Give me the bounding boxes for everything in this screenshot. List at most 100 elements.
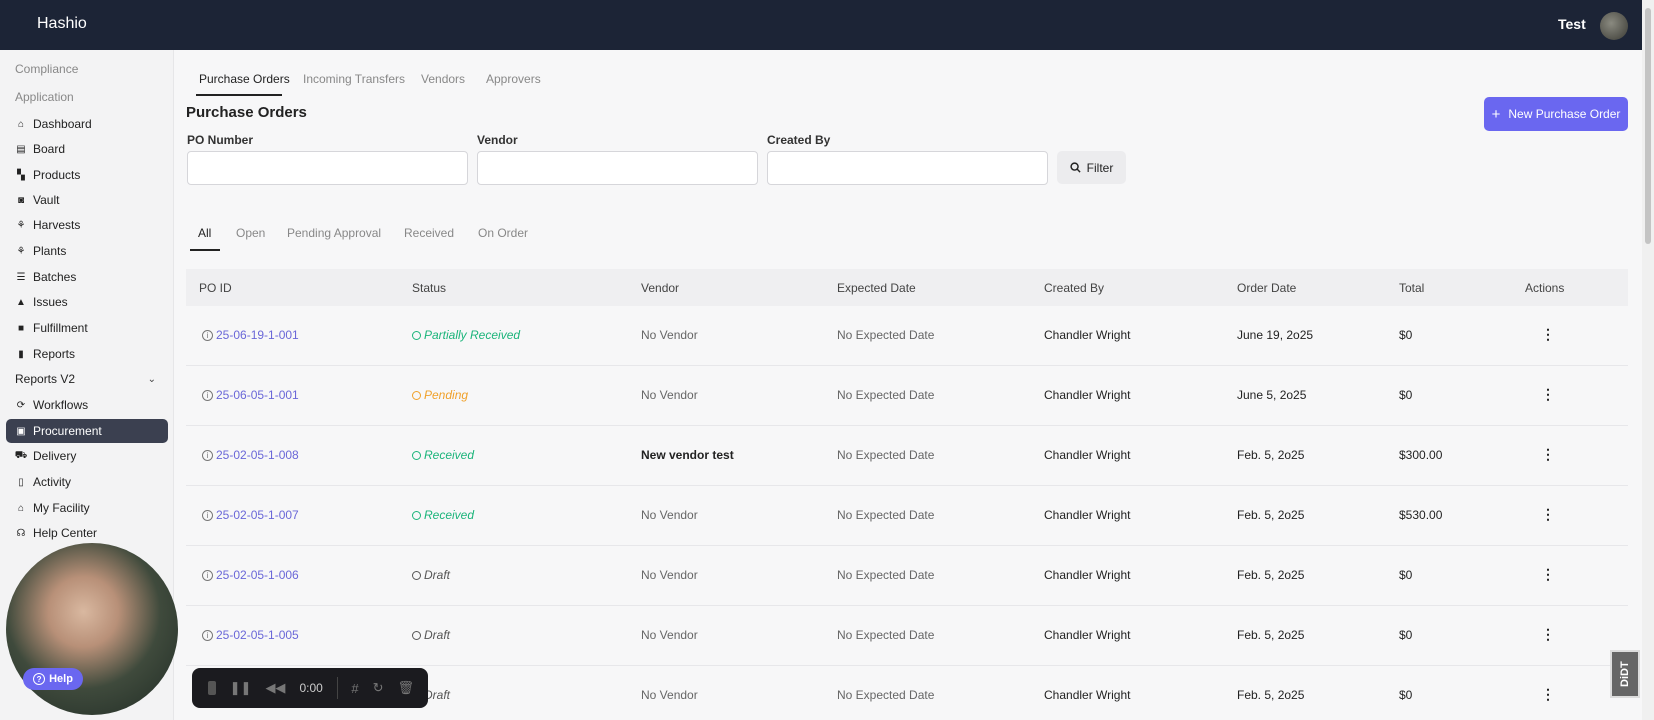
sidebar-item-label: Fulfillment: [33, 321, 88, 335]
trash-icon[interactable]: 🗑: [397, 680, 414, 696]
more-actions-icon[interactable]: ⋮: [1541, 386, 1555, 403]
avatar[interactable]: [1600, 12, 1628, 40]
status-circle-icon: [412, 390, 421, 400]
warning-icon: ▲: [16, 296, 26, 308]
more-actions-icon[interactable]: ⋮: [1541, 326, 1555, 343]
vault-icon: ◙: [17, 194, 25, 206]
po-id-link[interactable]: i 25-02-05-1-005: [202, 628, 299, 642]
restart-icon[interactable]: ↻: [373, 680, 384, 696]
sidebar-item-reports[interactable]: ▮ Reports: [6, 342, 168, 366]
sidebar-item-help-center[interactable]: ☊ Help Center: [6, 521, 168, 545]
header-order-date[interactable]: Order Date: [1237, 281, 1296, 295]
tab-vendors[interactable]: Vendors: [421, 72, 465, 86]
new-purchase-order-button[interactable]: + New Purchase Order: [1484, 97, 1628, 131]
status-tab-on-order[interactable]: On Order: [478, 226, 528, 240]
tab-purchase-orders[interactable]: Purchase Orders: [199, 72, 290, 86]
table-row[interactable]: i 25-06-05-1-001 Pending No Vendor No Expect…: [186, 366, 1628, 426]
sidebar-item-my-facility[interactable]: ⌂ My Facility: [6, 496, 168, 520]
filter-button[interactable]: Filter: [1057, 151, 1126, 184]
top-bar: Hashio Test: [0, 0, 1654, 50]
created-by-cell: Chandler Wright: [1044, 508, 1131, 522]
sidebar-item-board[interactable]: ▤ Board: [6, 137, 168, 161]
sidebar-item-label: Delivery: [33, 449, 77, 463]
po-id-link[interactable]: i 25-02-05-1-006: [202, 568, 299, 582]
po-id-link[interactable]: i 25-06-05-1-001: [202, 388, 299, 402]
rewind-icon[interactable]: ◀◀: [265, 680, 285, 696]
sidebar-item-activity[interactable]: ▯ Activity: [6, 470, 168, 494]
sidebar-item-delivery[interactable]: ⛟ Delivery: [6, 444, 168, 468]
order-date-cell: June 5, 2o25: [1237, 388, 1307, 402]
grid-icon[interactable]: #: [351, 681, 358, 696]
page-scrollbar[interactable]: [1642, 0, 1654, 720]
active-status-tab-indicator: [190, 249, 220, 251]
sidebar-item-fulfillment[interactable]: ■ Fulfillment: [6, 316, 168, 340]
status-badge: Received: [412, 508, 474, 522]
help-button[interactable]: ? Help: [23, 668, 83, 690]
more-actions-icon[interactable]: ⋮: [1541, 626, 1555, 643]
po-id-text: 25-02-05-1-007: [216, 508, 299, 522]
sidebar-item-label: Help Center: [33, 526, 98, 540]
sidebar-item-label: Dashboard: [33, 117, 92, 131]
sidebar-item-label: Activity: [33, 475, 72, 489]
sidebar-item-dashboard[interactable]: ⌂ Dashboard: [6, 112, 168, 136]
table-row[interactable]: i 25-06-19-1-001 Partially Received No Vend…: [186, 306, 1628, 366]
user-name[interactable]: Test: [1558, 16, 1586, 32]
header-status[interactable]: Status: [412, 281, 446, 295]
more-actions-icon[interactable]: ⋮: [1541, 446, 1555, 463]
batches-icon: ☰: [16, 271, 26, 283]
status-tab-all[interactable]: All: [198, 226, 211, 240]
vendor-cell: No Vendor: [641, 328, 698, 342]
table-row[interactable]: i 25-02-05-1-005 Draft No Vendor No Expected…: [186, 606, 1628, 666]
status-tab-pending-approval[interactable]: Pending Approval: [287, 226, 381, 240]
recording-time: 0:00: [299, 681, 323, 695]
info-icon: i: [202, 509, 213, 521]
info-icon: i: [202, 569, 213, 581]
status-circle-icon: [412, 330, 421, 340]
tab-approvers[interactable]: Approvers: [486, 72, 541, 86]
vendor-input[interactable]: [477, 151, 758, 185]
sidebar-item-batches[interactable]: ☰ Batches: [6, 265, 168, 289]
sidebar-item-plants[interactable]: ⚘ Plants: [6, 239, 168, 263]
table-row[interactable]: i 25-02-05-1-007 Received No Vendor No Expec…: [186, 486, 1628, 546]
order-date-cell: Feb. 5, 2o25: [1237, 568, 1305, 582]
pause-icon[interactable]: ❚❚: [230, 680, 252, 696]
sidebar-section-compliance[interactable]: Compliance: [15, 62, 78, 76]
vendor-cell: No Vendor: [641, 508, 698, 522]
expected-date-cell: No Expected Date: [837, 688, 935, 702]
sidebar-item-procurement[interactable]: ▣ Procurement: [6, 419, 168, 443]
sidebar-item-products[interactable]: ▚ Products: [6, 163, 168, 187]
status-tab-received[interactable]: Received: [404, 226, 454, 240]
status-tab-open[interactable]: Open: [236, 226, 265, 240]
po-number-input[interactable]: [187, 151, 468, 185]
table-row[interactable]: i 25-02-05-1-008 Received New vendor test No…: [186, 426, 1628, 486]
box-icon: ■: [17, 322, 25, 334]
po-id-link[interactable]: i 25-02-05-1-008: [202, 448, 299, 462]
vendor-cell: No Vendor: [641, 688, 698, 702]
header-vendor[interactable]: Vendor: [641, 281, 679, 295]
more-actions-icon[interactable]: ⋮: [1541, 506, 1555, 523]
stop-icon[interactable]: [208, 681, 216, 695]
table-row[interactable]: i 25-02-05-1-006 Draft No Vendor No Expected…: [186, 546, 1628, 606]
status-circle-icon: [412, 510, 421, 520]
home-icon: ⌂: [17, 118, 25, 130]
header-created-by[interactable]: Created By: [1044, 281, 1104, 295]
tab-incoming-transfers[interactable]: Incoming Transfers: [303, 72, 405, 86]
header-total[interactable]: Total: [1399, 281, 1424, 295]
brand-logo[interactable]: Hashio: [37, 15, 87, 33]
more-actions-icon[interactable]: ⋮: [1541, 566, 1555, 583]
sidebar-item-harvests[interactable]: ⚘ Harvests: [6, 213, 168, 237]
header-expected-date[interactable]: Expected Date: [837, 281, 916, 295]
header-po-id[interactable]: PO ID: [199, 281, 232, 295]
po-id-link[interactable]: i 25-06-19-1-001: [202, 328, 299, 342]
sidebar-item-vault[interactable]: ◙ Vault: [6, 188, 168, 212]
sidebar-item-issues[interactable]: ▲ Issues: [6, 290, 168, 314]
sidebar-section-application[interactable]: Application: [15, 90, 74, 104]
created-by-input[interactable]: [767, 151, 1048, 185]
more-actions-icon[interactable]: ⋮: [1541, 686, 1555, 703]
status-text: Received: [424, 448, 475, 462]
sidebar-item-reports-v2[interactable]: Reports V2 ⌄: [6, 367, 168, 391]
po-id-link[interactable]: i 25-02-05-1-007: [202, 508, 299, 522]
sidebar-item-label: Reports: [33, 347, 76, 361]
sidebar-item-workflows[interactable]: ⟳ Workflows: [6, 393, 168, 417]
scrollbar-thumb[interactable]: [1645, 8, 1651, 244]
